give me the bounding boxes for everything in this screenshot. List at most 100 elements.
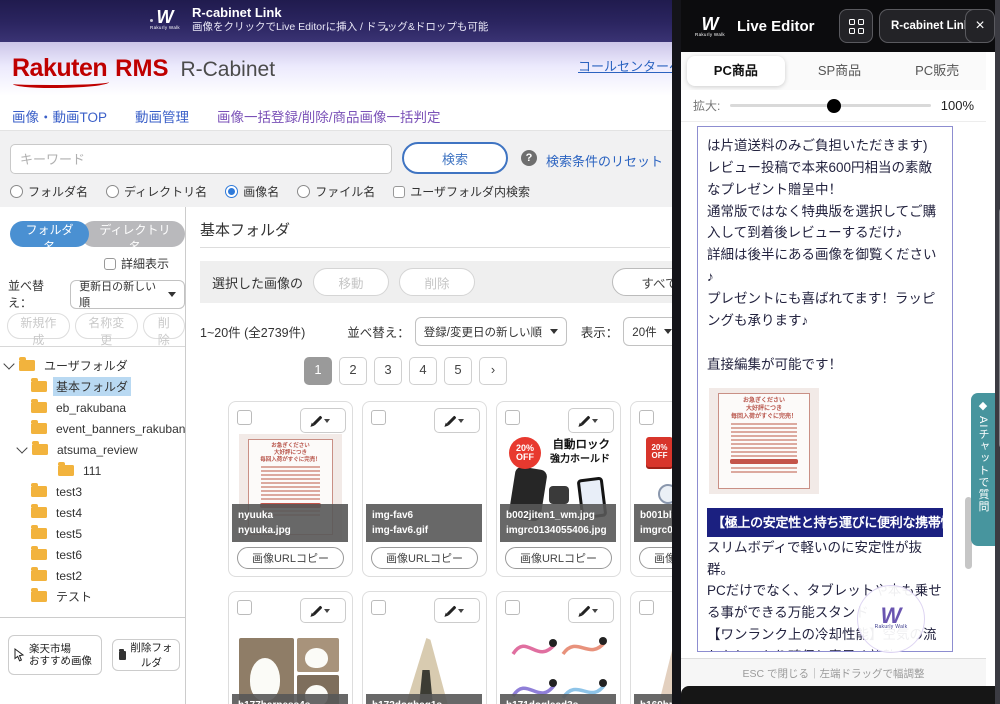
nav-image-video-top[interactable]: 画像・動画TOP bbox=[12, 106, 107, 130]
tab-pc-product[interactable]: PC商品 bbox=[687, 56, 785, 86]
card-checkbox[interactable] bbox=[639, 600, 654, 615]
edit-menu-button[interactable] bbox=[568, 598, 614, 623]
card-checkbox[interactable] bbox=[371, 600, 386, 615]
folder-tree: ユーザフォルダ 基本フォルダ eb_rakubana event_banners… bbox=[0, 355, 185, 607]
tree-item-user-folder[interactable]: ユーザフォルダ bbox=[0, 355, 185, 376]
page-3-button[interactable]: 3 bbox=[374, 357, 402, 385]
folder-icon bbox=[31, 381, 47, 392]
deleted-folder-button[interactable]: 削除フォルダ bbox=[112, 639, 180, 671]
tab-sp-product[interactable]: SP商品 bbox=[791, 56, 889, 86]
page-4-button[interactable]: 4 bbox=[409, 357, 437, 385]
edit-menu-button[interactable] bbox=[434, 408, 480, 433]
chevron-down-icon[interactable] bbox=[16, 442, 27, 453]
folder-icon bbox=[31, 507, 47, 518]
zoom-slider-thumb[interactable] bbox=[827, 99, 841, 113]
card-checkbox[interactable] bbox=[639, 410, 654, 425]
help-icon[interactable]: ? bbox=[521, 150, 537, 166]
panel-bottom-strip bbox=[681, 686, 1000, 704]
edit-menu-button[interactable] bbox=[300, 598, 346, 623]
chevron-down-icon bbox=[458, 419, 464, 426]
create-folder-button[interactable]: 新規作成 bbox=[7, 313, 70, 339]
tree-item-test2[interactable]: test2 bbox=[0, 565, 185, 586]
tree-item-eb-rakubana[interactable]: eb_rakubana bbox=[0, 397, 185, 418]
tree-item-tesuto[interactable]: テスト bbox=[0, 586, 185, 607]
delete-selected-button[interactable]: 削除 bbox=[399, 268, 475, 296]
card-checkbox[interactable] bbox=[371, 410, 386, 425]
radio-icon[interactable] bbox=[297, 185, 310, 198]
page-size-select[interactable]: 20件 bbox=[623, 317, 672, 346]
tree-item-test6[interactable]: test6 bbox=[0, 544, 185, 565]
page-2-button[interactable]: 2 bbox=[339, 357, 367, 385]
move-selected-button[interactable]: 移動 bbox=[313, 268, 389, 296]
radio-image-name[interactable]: 画像名 bbox=[225, 183, 279, 200]
close-panel-button[interactable]: × bbox=[965, 9, 995, 43]
radio-directory-name[interactable]: ディレクトリ名 bbox=[106, 183, 207, 200]
next-page-button[interactable]: › bbox=[479, 357, 507, 385]
image-thumbnail[interactable] bbox=[507, 624, 610, 704]
radio-folder-name[interactable]: フォルダ名 bbox=[10, 183, 88, 200]
tree-item-base-folder[interactable]: 基本フォルダ bbox=[0, 376, 185, 397]
divider bbox=[200, 247, 670, 248]
tree-item-test4[interactable]: test4 bbox=[0, 502, 185, 523]
tree-item-event-banners[interactable]: event_banners_rakubana bbox=[0, 418, 185, 439]
checkbox-icon[interactable] bbox=[393, 186, 405, 198]
detail-view-checkbox[interactable]: 詳細表示 bbox=[104, 255, 169, 272]
edit-menu-button[interactable] bbox=[300, 408, 346, 433]
zoom-slider[interactable] bbox=[730, 104, 930, 107]
tree-item-atsuma-review[interactable]: atsuma_review bbox=[0, 439, 185, 460]
checkbox-icon[interactable] bbox=[104, 258, 116, 270]
image-thumbnail[interactable] bbox=[373, 624, 476, 704]
search-button[interactable]: 検索 bbox=[402, 142, 508, 174]
tree-item-111[interactable]: 111 bbox=[0, 460, 185, 481]
nav-video-management[interactable]: 動画管理 bbox=[135, 106, 189, 130]
edit-menu-button[interactable] bbox=[568, 408, 614, 433]
copy-image-url-button[interactable]: 画像URLコピー bbox=[505, 547, 612, 569]
tab-pc-sales[interactable]: PC販売 bbox=[888, 56, 986, 86]
user-folder-search-checkbox[interactable]: ユーザフォルダ内検索 bbox=[393, 183, 530, 200]
card-checkbox[interactable] bbox=[237, 600, 252, 615]
tree-item-test5[interactable]: test5 bbox=[0, 523, 185, 544]
image-thumbnail[interactable] bbox=[641, 624, 672, 704]
select-all-button[interactable]: すべて選択 bbox=[612, 268, 672, 296]
edit-menu-button[interactable] bbox=[434, 598, 480, 623]
image-thumbnail[interactable] bbox=[239, 624, 342, 704]
panel-resize-handle[interactable] bbox=[672, 0, 681, 704]
tree-item-test3[interactable]: test3 bbox=[0, 481, 185, 502]
copy-image-url-button[interactable]: 画像URLコピー bbox=[371, 547, 478, 569]
image-caption: b001bluel1_ imgrc01340 bbox=[634, 504, 672, 542]
page-1-button[interactable]: 1 bbox=[304, 357, 332, 385]
radio-icon[interactable] bbox=[10, 185, 23, 198]
rakuten-recommended-images-button[interactable]: 楽天市場おすすめ画像 bbox=[8, 635, 102, 675]
star-decor-icon bbox=[150, 19, 153, 22]
reset-search-link[interactable]: 検索条件のリセット bbox=[546, 151, 663, 170]
rich-text-editor[interactable]: は片道送料のみご負担いただきます) レビュー投稿で本来600円相当の素敵なプレゼ… bbox=[697, 126, 953, 652]
search-section: 検索 ? 検索条件のリセット フォルダ名 ディレクトリ名 画像名 ファイル名 ユ… bbox=[0, 130, 672, 208]
toggle-directory-name[interactable]: ディレクトリ名 bbox=[81, 221, 185, 247]
divider bbox=[0, 617, 185, 618]
toggle-folder-name[interactable]: フォルダ名 bbox=[10, 221, 89, 247]
editor-text-line: 詳細は後半にある画像を御覧ください♪ bbox=[707, 244, 943, 288]
folder-sort-select[interactable]: 更新日の新しい順 bbox=[70, 280, 185, 309]
nav-bulk-register[interactable]: 画像一括登録/削除/商品画像一括判定 bbox=[217, 106, 441, 130]
copy-image-url-button[interactable]: 画像URLコピー bbox=[639, 547, 672, 569]
ai-chat-tab[interactable]: ◆ AIチャットで質問 bbox=[971, 393, 995, 546]
folder-icon bbox=[31, 570, 47, 581]
keyword-input[interactable] bbox=[10, 144, 392, 174]
card-checkbox[interactable] bbox=[505, 600, 520, 615]
folder-icon bbox=[19, 360, 35, 371]
rename-folder-button[interactable]: 名称変更 bbox=[75, 313, 138, 339]
radio-icon-selected[interactable] bbox=[225, 185, 238, 198]
chevron-down-icon[interactable] bbox=[3, 358, 14, 369]
card-checkbox[interactable] bbox=[505, 410, 520, 425]
window-scrollbar[interactable] bbox=[995, 0, 1000, 704]
layout-grid-button[interactable] bbox=[839, 9, 873, 43]
page-5-button[interactable]: 5 bbox=[444, 357, 472, 385]
folder-icon bbox=[31, 591, 47, 602]
delete-folder-action-button[interactable]: 削除 bbox=[143, 313, 185, 339]
image-sort-select[interactable]: 登録/変更日の新しい順 bbox=[415, 317, 567, 346]
embedded-notice-image[interactable]: お急ぎください 大好評につき 毎回入荷がすぐに完売！ bbox=[709, 388, 819, 494]
copy-image-url-button[interactable]: 画像URLコピー bbox=[237, 547, 344, 569]
card-checkbox[interactable] bbox=[237, 410, 252, 425]
radio-file-name[interactable]: ファイル名 bbox=[297, 183, 375, 200]
radio-icon[interactable] bbox=[106, 185, 119, 198]
